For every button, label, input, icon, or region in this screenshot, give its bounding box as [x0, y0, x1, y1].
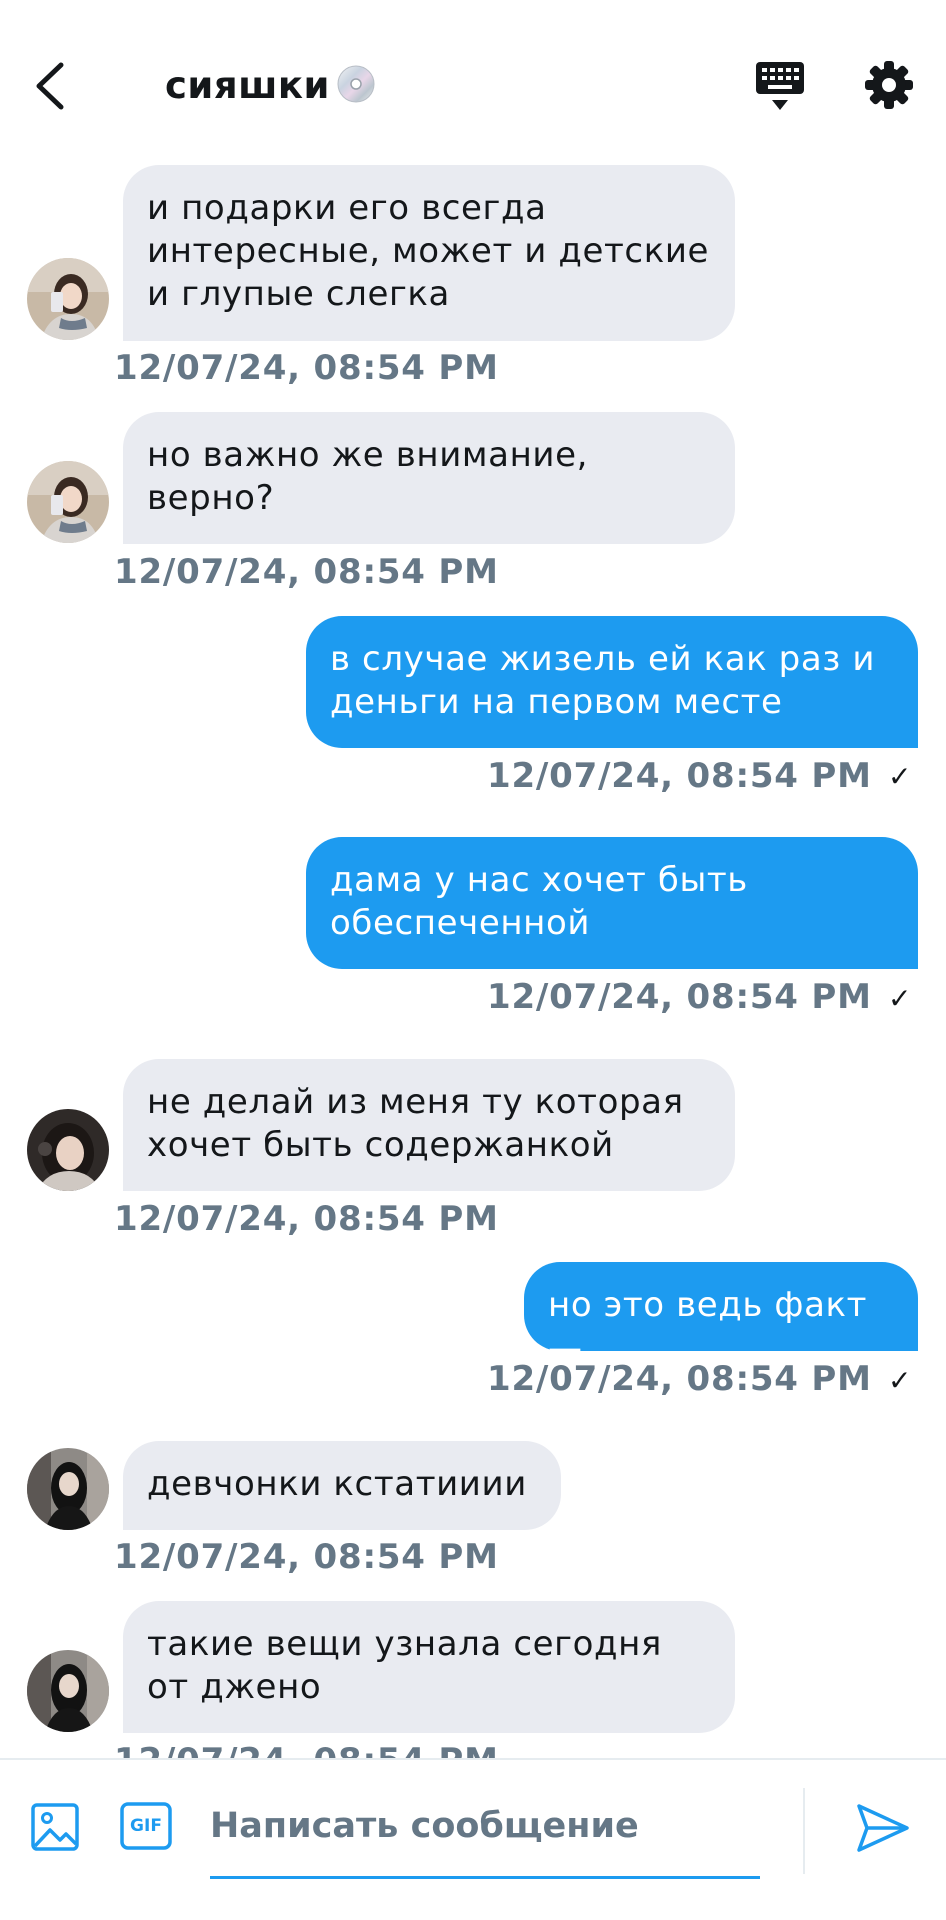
- message-timestamp: 12/07/24, 08:54 PM: [114, 1741, 499, 1758]
- message-bubble[interactable]: в случае жизель ей как раз и деньги на п…: [306, 616, 918, 748]
- message-bubble[interactable]: такие вещи узнала сегодня от джено: [123, 1601, 735, 1733]
- read-checkmark-icon: ✓: [888, 760, 912, 793]
- gear-icon: [865, 61, 913, 109]
- message-timestamp: 12/07/24, 08:54 PM: [114, 348, 499, 388]
- message-text-line: дама у нас хочет быть: [330, 860, 748, 900]
- divider: [803, 1788, 805, 1874]
- message-text-line: но это ведь факт—: [548, 1285, 868, 1368]
- conversation-title[interactable]: сияшки: [165, 64, 376, 113]
- message-timestamp: 12/07/24, 08:54 PM: [114, 1199, 499, 1239]
- message-text-line: от джено: [147, 1667, 322, 1707]
- send-button[interactable]: [855, 1800, 911, 1856]
- message-bubble[interactable]: дама у нас хочет быть обеспеченной: [306, 837, 918, 969]
- read-checkmark-icon: ✓: [888, 982, 912, 1015]
- avatar[interactable]: [27, 1650, 109, 1732]
- message-timestamp: 12/07/24, 08:54 PM: [487, 756, 872, 796]
- message-text-line: и подарки его всегда: [147, 188, 547, 228]
- message-text-line: верно?: [147, 478, 275, 518]
- add-image-button[interactable]: [30, 1802, 80, 1852]
- message-text-line: интересные, может и детские: [147, 231, 710, 271]
- message-timestamp: 12/07/24, 08:54 PM: [114, 1537, 499, 1577]
- conversation-header: сияшки: [0, 0, 946, 160]
- send-icon: [857, 1804, 909, 1852]
- message-timestamp: 12/07/24, 08:54 PM: [487, 977, 872, 1017]
- avatar[interactable]: [27, 461, 109, 543]
- message-text-line: хочет быть содержанкой: [147, 1125, 614, 1165]
- message-list[interactable]: и подарки его всегда интересные, может и…: [0, 160, 946, 1758]
- read-checkmark-icon: ✓: [888, 1364, 912, 1397]
- message-bubble[interactable]: но важно же внимание, верно?: [123, 412, 735, 544]
- message-text-line: деньги на первом месте: [330, 682, 783, 722]
- message-text-line: и глупые слегка: [147, 274, 450, 314]
- message-timestamp: 12/07/24, 08:54 PM: [487, 1359, 872, 1399]
- settings-button[interactable]: [864, 60, 914, 110]
- chevron-left-icon: [36, 62, 64, 110]
- gif-label: GIF: [130, 1816, 162, 1836]
- message-composer: GIF: [0, 1758, 946, 1920]
- message-text-line: такие вещи узнала сегодня: [147, 1624, 662, 1664]
- input-underline: [210, 1876, 760, 1879]
- message-text-line: обеспеченной: [330, 903, 591, 943]
- avatar[interactable]: [27, 1448, 109, 1530]
- message-text-line: не делай из меня ту которая: [147, 1082, 684, 1122]
- conversation-title-text: сияшки: [165, 64, 330, 107]
- message-text-line: но важно же внимание,: [147, 435, 589, 475]
- disc-icon: [336, 64, 376, 113]
- message-bubble[interactable]: девчонки кстатииии: [123, 1441, 561, 1530]
- message-text-line: девчонки кстатииии: [147, 1464, 527, 1504]
- message-input[interactable]: [210, 1798, 760, 1854]
- message-timestamp: 12/07/24, 08:54 PM: [114, 552, 499, 592]
- avatar[interactable]: [27, 258, 109, 340]
- dm-conversation-screen: сияшки и подарки его всегда интересные, …: [0, 0, 946, 1920]
- avatar[interactable]: [27, 1109, 109, 1191]
- message-bubble[interactable]: но это ведь факт—: [524, 1262, 918, 1368]
- message-text-line: в случае жизель ей как раз и: [330, 639, 876, 679]
- keyboard-button[interactable]: [754, 58, 806, 114]
- message-bubble[interactable]: и подарки его всегда интересные, может и…: [123, 165, 735, 341]
- keyboard-icon: [756, 62, 804, 110]
- image-icon: [31, 1803, 79, 1851]
- gif-button[interactable]: GIF: [120, 1802, 172, 1850]
- message-bubble[interactable]: не делай из меня ту которая хочет быть с…: [123, 1059, 735, 1191]
- back-button[interactable]: [24, 52, 76, 120]
